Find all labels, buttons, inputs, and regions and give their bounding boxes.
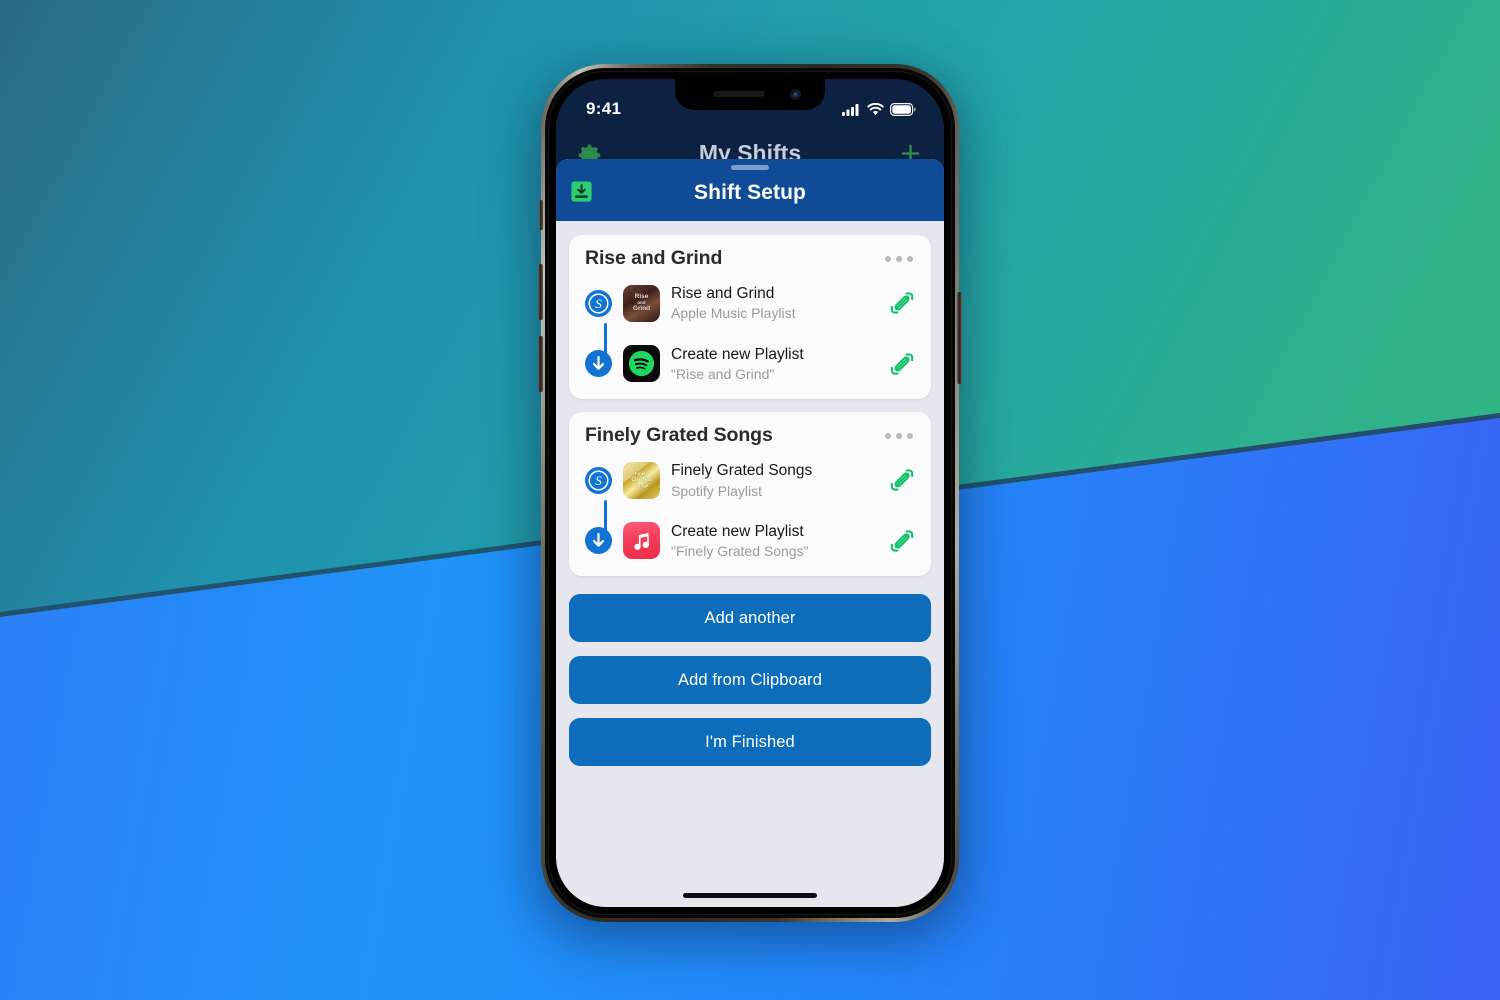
svg-text:S: S bbox=[595, 473, 602, 488]
sheet-header: Shift Setup bbox=[556, 159, 944, 221]
device-screen: 9:41 My Shifts Shift Setup Rise and Grin… bbox=[556, 79, 944, 907]
status-bar-indicators bbox=[842, 102, 916, 116]
signal-bars-icon bbox=[842, 103, 859, 116]
volume-down-button[interactable] bbox=[538, 336, 543, 392]
save-to-inbox-icon[interactable] bbox=[570, 180, 593, 203]
card-rows: S Finely Grated Songs Finely Grated Song… bbox=[569, 456, 931, 565]
album-art-text: Finely Grated Songs bbox=[631, 471, 652, 488]
spotify-icon bbox=[623, 345, 660, 383]
device-notch bbox=[675, 79, 825, 110]
row-text: Create new Playlist "Rise and Grind" bbox=[671, 345, 878, 384]
card-header: Finely Grated Songs bbox=[569, 423, 931, 456]
source-s-icon: S bbox=[585, 466, 612, 494]
playlist-service: Apple Music Playlist bbox=[671, 305, 796, 322]
status-bar-time: 9:41 bbox=[586, 99, 622, 118]
destination-row[interactable]: Create new Playlist "Rise and Grind" bbox=[585, 340, 915, 389]
row-text: Finely Grated Songs Spotify Playlist bbox=[671, 461, 878, 500]
more-options-icon[interactable] bbox=[883, 250, 915, 268]
playlist-name: Create new Playlist bbox=[671, 345, 804, 363]
edit-pencil-icon[interactable] bbox=[889, 528, 915, 554]
card-title: Rise and Grind bbox=[585, 247, 723, 269]
sheet-grabber[interactable] bbox=[731, 165, 769, 170]
wifi-icon bbox=[867, 102, 884, 115]
source-s-icon: S bbox=[585, 289, 612, 317]
row-text: Create new Playlist "Finely Grated Songs… bbox=[671, 522, 878, 561]
battery-icon bbox=[890, 102, 916, 116]
shift-card: Rise and Grind S Rise and Grind Rise and… bbox=[569, 235, 931, 400]
playlist-new-name: "Rise and Grind" bbox=[671, 365, 775, 382]
edit-pencil-icon[interactable] bbox=[889, 351, 915, 377]
shift-card: Finely Grated Songs S Finely Grated Song… bbox=[569, 412, 931, 577]
playlist-name: Create new Playlist bbox=[671, 522, 804, 540]
home-indicator[interactable] bbox=[683, 893, 817, 898]
card-header: Rise and Grind bbox=[569, 246, 931, 279]
card-title: Finely Grated Songs bbox=[585, 424, 773, 447]
playlist-name: Finely Grated Songs bbox=[671, 462, 813, 480]
edit-pencil-icon[interactable] bbox=[889, 467, 915, 493]
add-from-clipboard-button[interactable]: Add from Clipboard bbox=[569, 656, 931, 705]
finely-grated-songs-album-art: Finely Grated Songs bbox=[623, 461, 660, 499]
sheet-title: Shift Setup bbox=[694, 181, 806, 204]
album-art-text: Rise and Grind bbox=[632, 293, 651, 312]
rise-and-grind-album-art: Rise and Grind bbox=[623, 284, 660, 322]
apple-music-icon bbox=[623, 522, 660, 560]
playlist-name: Rise and Grind bbox=[671, 285, 775, 302]
shift-setup-sheet: Shift Setup Rise and Grind S Rise and Gr… bbox=[556, 159, 944, 907]
card-rows: S Rise and Grind Rise and Grind Apple Mu… bbox=[569, 279, 931, 388]
power-button[interactable] bbox=[957, 292, 962, 384]
sheet-body: Rise and Grind S Rise and Grind Rise and… bbox=[556, 221, 944, 577]
source-row[interactable]: S Rise and Grind Rise and Grind Apple Mu… bbox=[585, 279, 915, 328]
volume-up-button[interactable] bbox=[538, 264, 543, 320]
front-camera bbox=[790, 89, 801, 100]
source-row[interactable]: S Finely Grated Songs Finely Grated Song… bbox=[585, 456, 915, 505]
add-another-button[interactable]: Add another bbox=[569, 594, 931, 643]
edit-pencil-icon[interactable] bbox=[889, 290, 915, 316]
destination-arrow-icon bbox=[585, 527, 612, 555]
more-options-icon[interactable] bbox=[883, 427, 915, 445]
playlist-service: Spotify Playlist bbox=[671, 482, 763, 499]
row-text: Rise and Grind Apple Music Playlist bbox=[671, 284, 878, 323]
im-finished-button[interactable]: I'm Finished bbox=[569, 718, 931, 767]
playlist-new-name: "Finely Grated Songs" bbox=[671, 543, 809, 560]
earpiece-speaker bbox=[713, 91, 765, 97]
action-buttons: Add another Add from Clipboard I'm Finis… bbox=[556, 589, 944, 767]
destination-arrow-icon bbox=[585, 350, 612, 378]
silent-switch[interactable] bbox=[539, 200, 543, 230]
svg-text:S: S bbox=[595, 296, 602, 311]
destination-row[interactable]: Create new Playlist "Finely Grated Songs… bbox=[585, 517, 915, 566]
iphone-device: 9:41 My Shifts Shift Setup Rise and Grin… bbox=[535, 64, 965, 940]
